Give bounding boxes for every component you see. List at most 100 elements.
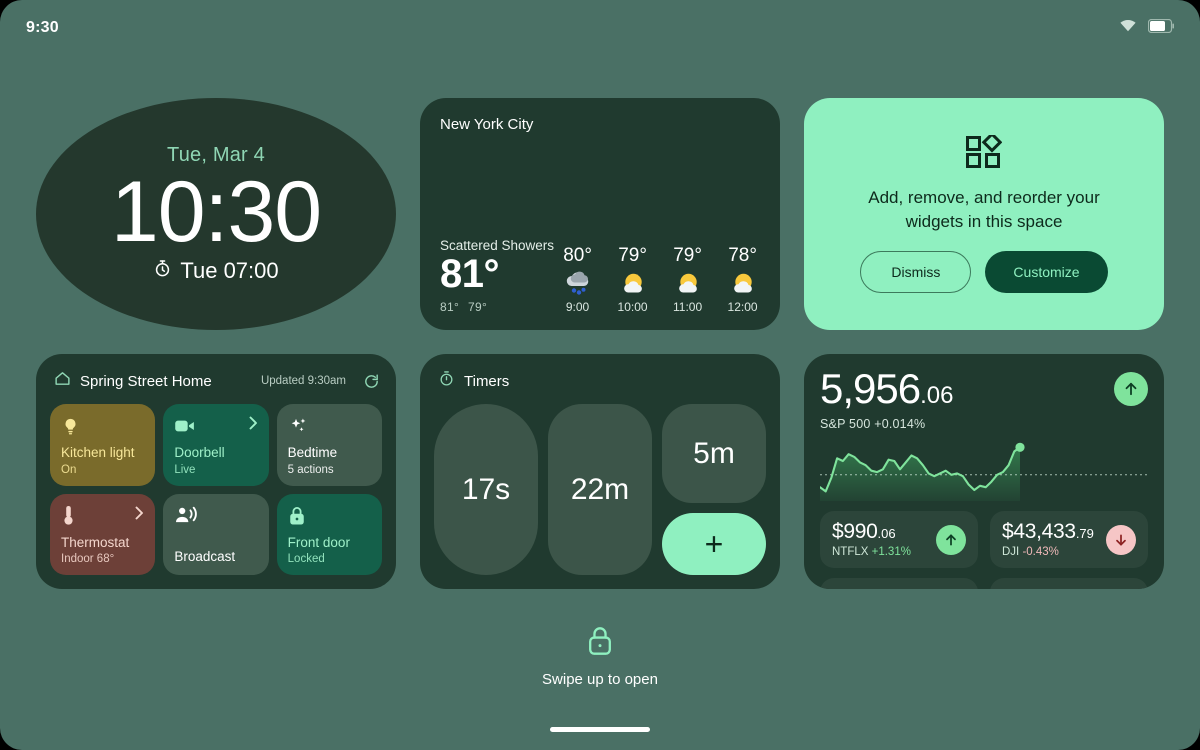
clock-time: 10:30 xyxy=(110,163,322,260)
lockscreen: 9:30 Tue, Mar 4 10:30 Tue 07:00 New York… xyxy=(0,0,1200,750)
widget-grid: Tue, Mar 4 10:30 Tue 07:00 New York City… xyxy=(36,98,1164,589)
weather-hour-temp: 80° xyxy=(563,245,592,266)
home-tile-name: Bedtime xyxy=(287,445,338,461)
stock-card-dji[interactable]: $43,433.79 DJI -0.43% xyxy=(990,511,1148,569)
stocks-price-cents: .06 xyxy=(920,382,954,409)
stock-card-text: $990.06 NTFLX +1.31% xyxy=(832,520,911,559)
home-tile-status: Locked xyxy=(287,553,325,565)
home-tile-status: Indoor 68° xyxy=(61,553,115,565)
video-camera-icon xyxy=(174,415,257,437)
dismiss-button[interactable]: Dismiss xyxy=(860,250,972,293)
stock-card-ntflx[interactable]: $990.06 NTFLX +1.31% xyxy=(820,511,978,569)
timer-chip[interactable]: 22m xyxy=(548,404,652,575)
arrow-up-icon xyxy=(936,524,966,555)
weather-hour-time: 10:00 xyxy=(617,300,648,314)
stocks-widget: 5,956.06 S&P 500 +0.014% $990.06 NTFLX +1… xyxy=(804,354,1164,589)
weather-hour-item: 78° 12:00 xyxy=(719,245,766,314)
weather-widget[interactable]: New York City Scattered Showers 81° 81° 7… xyxy=(420,98,780,330)
weather-condition: Scattered Showers xyxy=(440,238,555,254)
timer-chip[interactable]: 17s xyxy=(434,404,538,575)
home-tile-status: 5 actions xyxy=(287,463,334,476)
stock-card-text: $43,433.79 DJI -0.43% xyxy=(1002,520,1094,559)
sun-behind-cloud-icon xyxy=(664,269,711,299)
promo-message: Add, remove, and reorder your widgets in… xyxy=(868,188,1100,231)
home-tile-thermostat[interactable]: Thermostat Indoor 68° xyxy=(50,493,156,575)
weather-hour-time: 12:00 xyxy=(727,300,758,314)
weather-hour-item: 79° 10:00 xyxy=(609,245,656,314)
status-bar-icons xyxy=(1119,18,1174,38)
weather-hour-temp: 78° xyxy=(728,245,757,266)
home-indicator[interactable] xyxy=(550,727,650,732)
swipe-up-label: Swipe up to open xyxy=(542,671,658,688)
widgets-grid-icon xyxy=(966,132,1003,174)
weather-high-low: 81° 79° xyxy=(440,300,554,314)
stocks-sub-card-placeholder[interactable] xyxy=(820,578,978,589)
sun-behind-cloud-icon xyxy=(609,269,656,299)
weather-city: New York City xyxy=(440,116,534,133)
lock-icon xyxy=(288,505,371,527)
add-timer-button[interactable]: + xyxy=(662,513,766,575)
home-tile-front-door[interactable]: Front door Locked xyxy=(276,493,382,575)
home-tile-doorbell[interactable]: Doorbell Live xyxy=(163,404,269,486)
stock-card-ticker: DJI -0.43% xyxy=(1002,546,1059,559)
stocks-sub-card-placeholder[interactable] xyxy=(990,578,1148,589)
status-bar-clock: 9:30 xyxy=(26,19,59,36)
home-tile-status: Live xyxy=(174,463,196,476)
stock-card-price: $990.06 xyxy=(832,520,896,543)
weather-high: 81° xyxy=(440,300,460,314)
home-tiles: Kitchen light On Doorbell Live Bedtime 5 acti… xyxy=(50,404,382,575)
widget-promo-card: Add, remove, and reorder your widgets in… xyxy=(804,98,1164,330)
lightbulb-icon xyxy=(61,415,144,437)
timers-column: 5m + xyxy=(662,404,766,575)
sparkles-icon xyxy=(288,415,371,437)
stocks-header: 5,956.06 S&P 500 +0.014% xyxy=(820,368,1148,431)
clock-widget[interactable]: Tue, Mar 4 10:30 Tue 07:00 xyxy=(36,98,396,330)
stocks-sparkline-chart xyxy=(818,439,1150,501)
home-tile-broadcast[interactable]: Broadcast xyxy=(163,493,269,575)
timer-icon xyxy=(438,370,455,392)
stocks-index-block: 5,956.06 S&P 500 +0.014% xyxy=(820,365,954,432)
home-tile-status: On xyxy=(61,463,77,476)
weather-current: Scattered Showers 81° 81° 79° xyxy=(440,238,554,314)
stock-card-ticker: NTFLX +1.31% xyxy=(832,546,911,559)
home-updated-text: Updated 9:30am xyxy=(260,375,346,387)
timers-body: 17s 22m 5m + xyxy=(434,404,766,575)
refresh-icon[interactable] xyxy=(363,373,380,390)
rain-cloud-icon xyxy=(554,269,601,299)
stocks-price-main: 5,956 xyxy=(820,365,921,412)
status-bar: 9:30 xyxy=(0,0,1200,56)
stocks-sub-cards: $990.06 NTFLX +1.31% $43,433.79 DJI -0.43% xyxy=(820,511,1148,569)
weather-details: Scattered Showers 81° 81° 79° 80° 9:00 79° 1… xyxy=(440,238,760,314)
home-tile-name: Doorbell xyxy=(174,445,225,461)
lock-footer: Swipe up to open xyxy=(0,610,1200,750)
broadcast-icon xyxy=(174,505,257,527)
wifi-icon xyxy=(1119,19,1137,38)
battery-icon xyxy=(1147,18,1174,38)
alarm-clock-icon xyxy=(153,258,172,284)
timers-widget: Timers 17s 22m 5m + xyxy=(420,354,780,589)
home-tile-name: Kitchen light xyxy=(61,445,135,461)
stock-card-price: $43,433.79 xyxy=(1002,520,1094,543)
arrow-down-icon xyxy=(1106,524,1136,555)
weather-hour-item: 79° 11:00 xyxy=(664,245,711,314)
weather-hour-temp: 79° xyxy=(673,245,702,266)
home-tile-kitchen-light[interactable]: Kitchen light On xyxy=(50,404,156,486)
timer-chip[interactable]: 5m xyxy=(662,404,766,504)
home-tile-bedtime[interactable]: Bedtime 5 actions xyxy=(276,404,382,486)
weather-hour-time: 9:00 xyxy=(565,300,590,314)
promo-actions: Dismiss Customize xyxy=(860,250,1108,293)
chevron-right-icon xyxy=(135,506,144,525)
weather-temperature: 81° xyxy=(440,252,500,297)
customize-button[interactable]: Customize xyxy=(985,250,1108,293)
chevron-right-icon xyxy=(249,416,258,435)
stocks-index-label: S&P 500 +0.014% xyxy=(820,417,926,431)
weather-hour-temp: 79° xyxy=(618,245,647,266)
sparkline-svg xyxy=(818,442,1150,501)
home-tile-name: Thermostat xyxy=(61,534,130,550)
weather-hour-item: 80° 9:00 xyxy=(554,245,601,314)
home-widget-header: Spring Street Home Updated 9:30am xyxy=(54,370,380,392)
weather-hourly-forecast: 80° 9:00 79° 10:00 79° 11:00 78° 12:00 xyxy=(554,245,766,314)
timers-header: Timers xyxy=(438,370,766,392)
home-icon xyxy=(54,370,71,392)
home-controls-widget: Spring Street Home Updated 9:30am Kitche… xyxy=(36,354,396,589)
